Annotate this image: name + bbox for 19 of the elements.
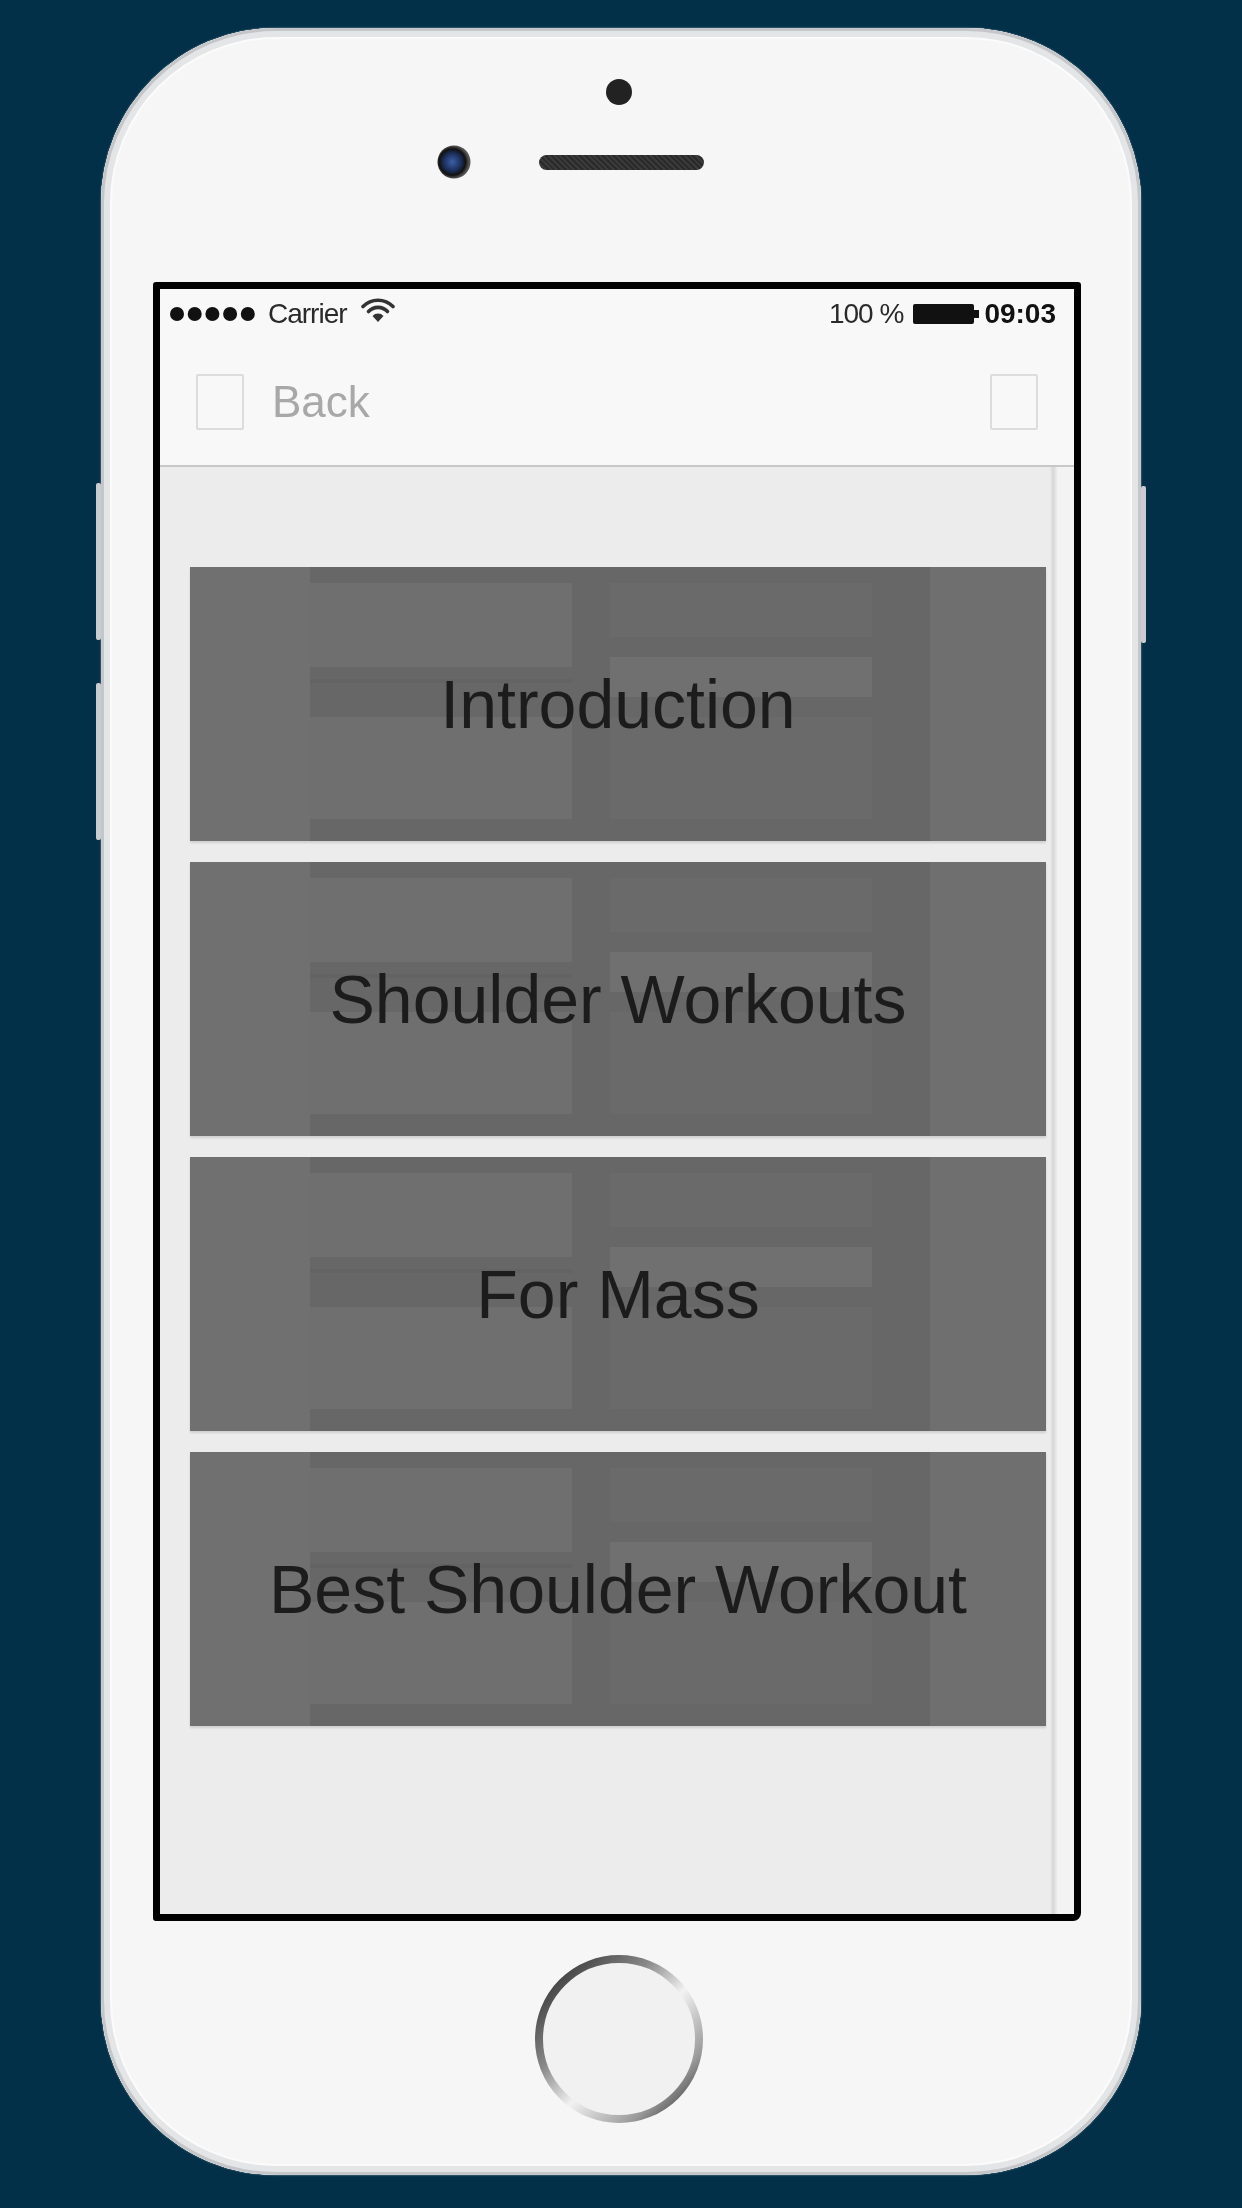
side-button[interactable] xyxy=(96,483,101,640)
section-tile[interactable]: For Mass xyxy=(190,1157,1046,1431)
sensor-dot-icon xyxy=(606,79,632,105)
section-tile[interactable]: Introduction xyxy=(190,567,1046,841)
section-tile[interactable]: Best Shoulder Workout xyxy=(190,1452,1046,1726)
home-button[interactable] xyxy=(534,1954,704,2124)
wifi-icon xyxy=(360,298,395,323)
battery-icon xyxy=(913,302,981,325)
status-time: 09:03 xyxy=(984,297,1056,330)
square-icon[interactable] xyxy=(990,373,1038,430)
side-button[interactable] xyxy=(1141,486,1146,643)
back-button[interactable]: Back xyxy=(196,373,370,430)
camera-lens-icon xyxy=(436,145,471,179)
side-button[interactable] xyxy=(96,683,101,840)
section-tile[interactable]: Shoulder Workouts xyxy=(190,862,1046,1136)
signal-strength-icon xyxy=(169,305,256,322)
carrier-name: Carrier xyxy=(268,297,347,330)
square-icon xyxy=(196,373,244,430)
battery-percent: 100 % xyxy=(828,297,904,330)
